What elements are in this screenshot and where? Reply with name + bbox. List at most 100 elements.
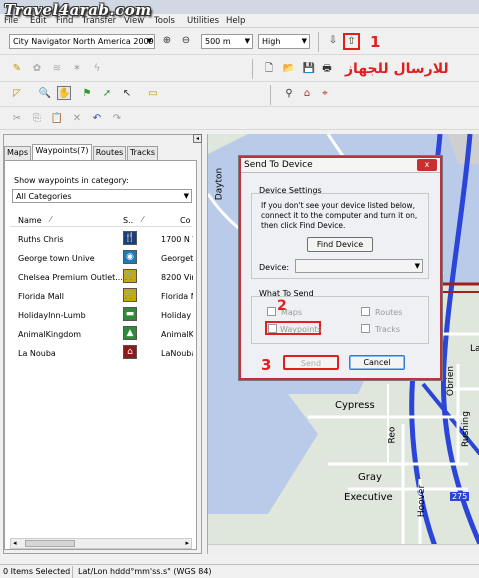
zoom-tool-icon[interactable]: 🔍 [38,87,52,101]
save-icon[interactable]: 💾 [302,62,316,76]
cancel-button[interactable]: Cancel [349,355,405,370]
dialog-titlebar: Send To Device x [241,158,440,173]
maps-checkbox[interactable] [267,307,276,316]
waypoints-checkbox[interactable] [268,324,277,333]
status-items-selected: 0 Items Selected [3,567,71,576]
toolbar-separator [270,85,271,105]
table-row[interactable]: Florida Mall 🛒 Florida M [16,288,193,305]
table-row[interactable]: HolidayInn-Lumb ▬ Holiday I [16,307,193,324]
select-tool-icon[interactable]: ✎ [10,62,24,76]
scroll-left-icon[interactable]: ◂ [13,539,17,547]
table-row[interactable]: Ruths Chris 🍴 1700 N V [16,231,193,248]
category-value: All Categories [16,192,72,201]
zoom-scale-select[interactable]: 500 m ▼ [201,34,253,49]
flag-tool-icon[interactable]: ⚑ [80,87,94,101]
find-icon[interactable]: ⚲ [282,87,296,101]
delete-icon[interactable]: ✕ [70,112,84,126]
undo-icon[interactable]: ↶ [90,112,104,126]
toolbar-separator [318,32,319,52]
table-row[interactable]: Chelsea Premium Outlet... 🛒 8200 Vin [16,269,193,286]
map-scrollbar[interactable] [208,544,479,554]
send-button[interactable]: Send [283,355,339,370]
device-select[interactable]: ▼ [295,259,423,273]
col-symbol-header[interactable]: S.. [123,216,133,225]
routes-checkbox[interactable] [361,307,370,316]
scenic-icon: ◉ [123,250,137,264]
tracks-checkbox[interactable] [361,324,370,333]
table-row[interactable]: George town Unive ◉ Georgeto [16,250,193,267]
col-name-header[interactable]: Name [18,216,42,225]
zoom-out-icon[interactable]: ⊖ [179,34,193,48]
menu-utilities[interactable]: Utilities [187,16,219,26]
status-coordinate-format: Lat/Lon hddd°mm'ss.s" (WGS 84) [78,567,212,576]
scrollbar-thumb[interactable] [25,540,75,547]
panel-close-icon[interactable]: ◂ [193,134,202,143]
find-places-icon[interactable]: ⌂ [300,87,314,101]
split-tool-icon[interactable]: ϟ [90,62,104,76]
waypoint-tool-icon[interactable]: ✿ [30,62,44,76]
send-to-device-icon[interactable]: ⇧ [343,33,360,50]
col-comment-header[interactable]: Co [180,216,190,225]
park-icon: ▲ [123,326,137,340]
print-icon[interactable]: 🖶 [320,62,334,76]
tab-tracks[interactable]: Tracks [127,146,158,160]
routes-option-label: Routes [375,308,403,317]
lodging-icon: ▬ [123,307,137,321]
new-file-icon[interactable]: 🗋 [262,62,276,76]
route-tool-icon[interactable]: ≋ [50,62,64,76]
waypoint-comment: Holiday I [161,311,193,320]
watermark: Travel4arab.com [4,1,152,19]
find-address-icon[interactable]: ⌖ [318,87,332,101]
horizontal-scrollbar[interactable]: ◂ ▸ [10,538,192,549]
dialog-title: Send To Device [244,160,313,170]
col-sort-icon: ⁄ [50,215,52,224]
toolbar-separator [252,59,253,79]
waypoint-comment: Florida M [161,292,193,301]
waypoint-comment: AnimalKi [161,330,193,339]
map-label-rushing: Rushing [460,411,471,447]
map-product-select[interactable]: City Navigator North America 2009 ▼ [9,34,155,49]
table-row[interactable]: AnimalKingdom ▲ AnimalKi [16,326,193,343]
close-icon[interactable]: x [417,159,437,171]
tab-routes[interactable]: Routes [93,146,126,160]
map-label-cypress: Cypress [335,400,375,411]
waypoint-comment: Georgeto [161,254,193,263]
map-label-hoover: Hoover [417,484,428,518]
table-row[interactable]: La Nouba ⌂ LaNouba [16,345,193,362]
open-folder-icon[interactable]: 📂 [282,62,296,76]
copy-icon[interactable]: ⎘ [30,112,44,126]
redo-icon[interactable]: ↷ [110,112,124,126]
paste-icon[interactable]: 📋 [50,112,64,126]
zoom-in-icon[interactable]: ⊕ [160,34,174,48]
toolbar-row-2: ✎ ✿ ≋ ✶ ϟ 🗋 📂 💾 🖶 للارسال للجهاز [0,56,479,82]
menu-help[interactable]: Help [226,16,245,26]
waypoint-name: Ruths Chris [18,235,64,244]
pointer-tool-icon[interactable]: ↖ [120,87,134,101]
measure-tool-icon[interactable]: ▭ [146,87,160,101]
chevron-down-icon: ▼ [301,37,307,45]
hand-tool-icon[interactable]: ✋ [57,86,71,100]
map-label-executive: Executive [344,492,393,503]
receive-from-device-icon[interactable]: ⇩ [326,34,340,48]
waypoint-name: HolidayInn-Lumb [18,311,86,320]
detail-value: High [262,37,281,46]
polygon-tool-icon[interactable]: ◸ [10,87,24,101]
chevron-down-icon: ▼ [146,37,152,45]
toolbar-row-4: ✂ ⎘ 📋 ✕ ↶ ↷ [0,108,479,130]
annotation-number-2: 2 [277,298,287,314]
cut-icon[interactable]: ✂ [10,112,24,126]
col-sort-icon: ⁄ [142,215,144,224]
menu-tools[interactable]: Tools [154,16,175,26]
waypoint-name: Florida Mall [18,292,65,301]
zoom-scale-value: 500 m [205,37,231,46]
route-flag-icon[interactable]: ➚ [100,87,114,101]
detail-select[interactable]: High ▼ [258,34,310,49]
track-tool-icon[interactable]: ✶ [70,62,84,76]
waypoint-comment: 8200 Vin [161,273,193,282]
annotation-number-1: 1 [370,33,381,51]
tab-waypoints[interactable]: Waypoints(7) [32,144,92,161]
tab-maps[interactable]: Maps [4,146,31,160]
scroll-right-icon[interactable]: ▸ [185,539,189,547]
find-device-button[interactable]: Find Device [307,237,373,252]
category-select[interactable]: All Categories ▼ [12,189,192,203]
